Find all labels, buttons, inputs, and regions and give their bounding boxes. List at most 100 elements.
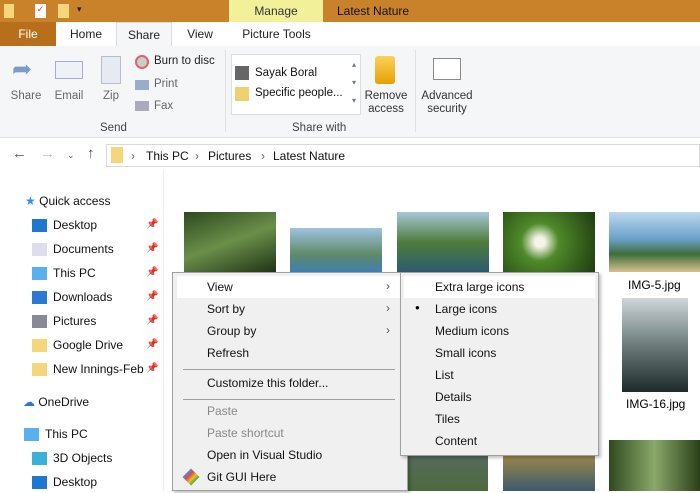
image-thumbnail[interactable] — [609, 212, 700, 272]
menu-item-paste[interactable]: Paste — [177, 400, 238, 422]
context-menu: View › Sort by › Group by › Refresh Cust… — [172, 272, 408, 491]
advanced-security-button[interactable]: Advancedsecurity — [418, 90, 476, 116]
menu-item-git-gui[interactable]: Git GUI Here — [177, 466, 276, 488]
submenu-item[interactable]: Details — [404, 386, 595, 408]
recent-locations-button[interactable]: ⌄ — [67, 150, 75, 161]
nav-onedrive[interactable]: ☁ OneDrive — [23, 391, 89, 413]
pin-icon[interactable]: 📌 — [146, 262, 158, 284]
folder-icon — [32, 219, 47, 232]
email-button[interactable]: Email — [50, 90, 88, 102]
share-with-sayak-boral[interactable]: Sayak Boral — [255, 67, 317, 79]
forward-button[interactable]: → — [40, 145, 55, 162]
nav-pinned-item[interactable]: Desktop📌 — [32, 214, 162, 236]
pin-icon[interactable]: 📌 — [146, 310, 158, 332]
menu-item-group-by[interactable]: Group by — [177, 320, 256, 342]
nav-item-label: Pictures — [53, 314, 96, 328]
up-button[interactable]: ↑ — [87, 145, 95, 162]
burn-to-disc-button[interactable]: Burn to disc — [154, 55, 215, 67]
pin-icon[interactable]: 📌 — [146, 214, 158, 236]
folder-icon — [32, 267, 47, 280]
this-pc-label: This PC — [45, 427, 88, 441]
nav-pinned-item[interactable]: Pictures 📌 — [32, 310, 162, 332]
tab-picture-tools[interactable]: Picture Tools — [230, 22, 323, 46]
tab-file[interactable]: File — [0, 22, 56, 46]
pin-icon[interactable]: 📌 — [146, 238, 158, 260]
image-thumbnail[interactable] — [184, 212, 276, 272]
share-with-group-label: Share with — [292, 122, 346, 134]
menu-item-refresh[interactable]: Refresh — [177, 342, 249, 364]
menu-item-customize-folder[interactable]: Customize this folder... — [177, 372, 328, 394]
zip-icon — [101, 56, 121, 84]
submenu-item[interactable]: Large icons — [404, 298, 595, 320]
3d-objects-icon — [32, 452, 47, 465]
submenu-item[interactable]: Content — [404, 430, 595, 452]
image-thumbnail[interactable] — [622, 298, 688, 392]
back-button[interactable]: ← — [12, 145, 27, 162]
zip-button[interactable]: Zip — [98, 90, 124, 102]
share-with-specific-people[interactable]: Specific people... — [255, 87, 343, 99]
folder-icon — [32, 243, 47, 256]
onedrive-label: OneDrive — [38, 395, 89, 409]
tab-share[interactable]: Share — [116, 22, 172, 46]
breadcrumb-this-pc[interactable]: This PC — [146, 149, 189, 163]
folder-icon — [32, 315, 47, 328]
nav-desktop-pc[interactable]: Desktop — [32, 471, 97, 493]
email-icon — [55, 61, 83, 79]
submenu-item[interactable]: List — [404, 364, 595, 386]
nav-this-pc[interactable]: This PC — [24, 423, 88, 445]
folder-icon — [111, 147, 123, 163]
folder-icon — [32, 363, 47, 376]
manage-context-tab[interactable]: Manage — [229, 0, 323, 22]
pin-icon[interactable]: 📌 — [146, 358, 158, 380]
send-group-label: Send — [100, 122, 127, 134]
submenu-item[interactable]: Medium icons — [404, 320, 595, 342]
customize-toolbar-icon[interactable]: ▾ — [77, 4, 82, 15]
nav-pinned-item[interactable]: Downloads 📌 — [32, 286, 162, 308]
nav-item-label: New Innings-Feb — [53, 362, 144, 376]
nav-item-label: Documents — [53, 242, 114, 256]
breadcrumb-pictures[interactable]: Pictures — [208, 149, 251, 163]
print-button[interactable]: Print — [154, 78, 178, 90]
pin-icon[interactable]: 📌 — [146, 334, 158, 356]
nav-quick-access[interactable]: ★ Quick access — [25, 190, 110, 212]
pin-icon[interactable]: 📌 — [146, 286, 158, 308]
file-label-img-16[interactable]: IMG-16.jpg — [626, 397, 685, 411]
folder-icon — [32, 339, 47, 352]
image-thumbnail[interactable] — [290, 228, 382, 272]
image-thumbnail[interactable] — [503, 212, 595, 272]
folder-icon — [32, 291, 47, 304]
menu-item-sort-by[interactable]: Sort by — [177, 298, 245, 320]
remove-access-button[interactable]: Removeaccess — [362, 90, 410, 116]
menu-item-open-visual-studio[interactable]: Open in Visual Studio — [177, 444, 322, 466]
new-folder-icon[interactable] — [58, 4, 69, 18]
quick-access-label: Quick access — [39, 194, 110, 208]
image-thumbnail[interactable] — [397, 212, 489, 272]
print-icon — [135, 80, 149, 90]
tab-home[interactable]: Home — [60, 22, 112, 46]
remove-access-line1: Remove — [365, 90, 408, 102]
scroll-more-icon[interactable]: ▴▾▾ — [348, 56, 360, 110]
computer-icon — [24, 428, 39, 441]
image-thumbnail[interactable] — [609, 440, 700, 491]
breadcrumb-latest-nature[interactable]: Latest Nature — [273, 149, 345, 163]
window-title: Latest Nature — [337, 0, 409, 22]
user-icon — [235, 66, 249, 80]
tab-view[interactable]: View — [175, 22, 225, 46]
nav-pinned-item[interactable]: New Innings-Feb📌 — [32, 358, 162, 380]
menu-item-paste-shortcut[interactable]: Paste shortcut — [177, 422, 284, 444]
menu-item-view[interactable]: View — [177, 276, 403, 298]
submenu-item[interactable]: Tiles — [404, 408, 595, 430]
nav-3d-objects[interactable]: 3D Objects — [32, 447, 112, 469]
nav-pinned-item[interactable]: This PC 📌 — [32, 262, 162, 284]
nav-item-label: Downloads — [53, 290, 112, 304]
fax-button[interactable]: Fax — [154, 100, 173, 112]
submenu-item[interactable]: Small icons — [404, 342, 595, 364]
nav-item-label: This PC — [53, 266, 96, 280]
submenu-item[interactable]: Extra large icons — [404, 276, 595, 298]
share-button[interactable]: Share — [8, 90, 44, 102]
properties-icon[interactable]: ✓ — [35, 4, 46, 18]
nav-pinned-item[interactable]: Google Drive📌 — [32, 334, 162, 356]
lock-icon — [375, 56, 395, 84]
nav-pinned-item[interactable]: Documents 📌 — [32, 238, 162, 260]
file-label-img-5[interactable]: IMG-5.jpg — [628, 278, 681, 292]
